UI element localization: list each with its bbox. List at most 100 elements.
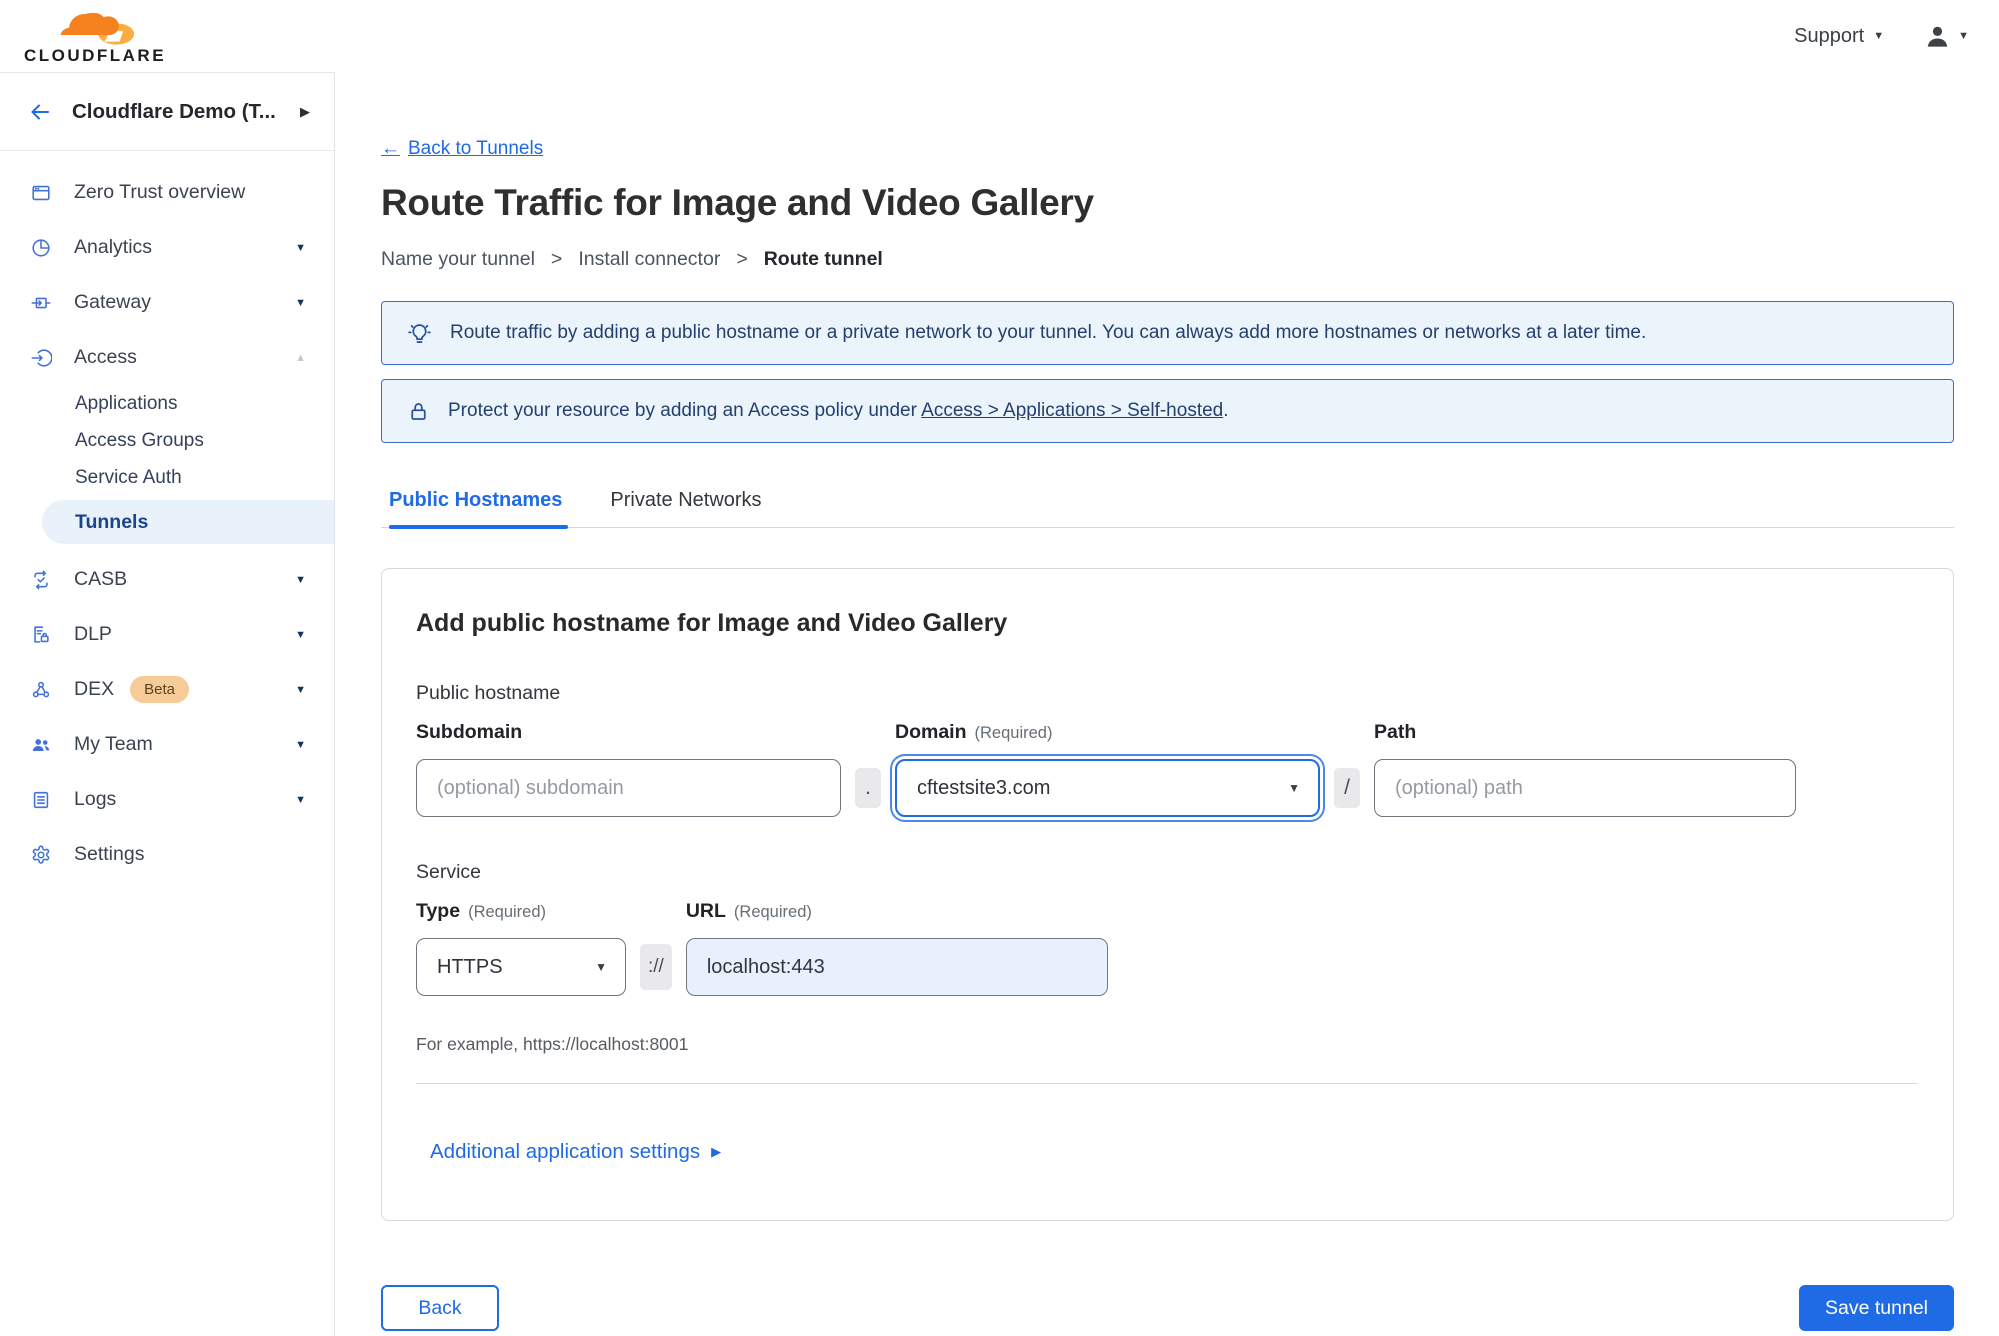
cloudflare-wordmark: CLOUDFLARE (23, 45, 167, 65)
sidebar-item-label: Zero Trust overview (74, 181, 246, 203)
additional-settings-toggle[interactable]: Additional application settings ▶ (430, 1140, 721, 1164)
chevron-up-icon: ▲ (295, 351, 306, 364)
save-tunnel-button[interactable]: Save tunnel (1799, 1285, 1954, 1331)
back-to-tunnels-link[interactable]: ← Back to Tunnels (381, 138, 543, 160)
service-url-input[interactable] (685, 938, 1108, 996)
user-icon (1927, 26, 1948, 47)
tab-bar: Public Hostnames Private Networks (381, 489, 1954, 529)
sidebar-item-access-groups[interactable]: Access Groups (0, 422, 334, 459)
chevron-right-icon: ▶ (711, 1144, 722, 1159)
url-required-hint: (Required) (733, 903, 812, 921)
sidebar-item-label: Service Auth (75, 466, 182, 488)
domain-select-value: cftestsite3.com (917, 776, 1051, 799)
breadcrumb-step-route-tunnel: Route tunnel (763, 248, 883, 270)
sidebar-item-access[interactable]: Access ▲ (0, 330, 334, 385)
card-heading: Add public hostname for Image and Video … (416, 609, 1008, 637)
domain-required-hint: (Required) (974, 724, 1053, 742)
breadcrumb: Name your tunnel > Install connector > R… (381, 248, 1954, 271)
sidebar-item-label: Settings (74, 843, 145, 865)
tab-public-hostnames[interactable]: Public Hostnames (389, 489, 569, 529)
sidebar-item-service-auth[interactable]: Service Auth (0, 459, 334, 496)
arrow-left-icon: ← (381, 138, 400, 159)
sidebar-item-dex[interactable]: DEX Beta ▼ (0, 662, 334, 717)
domain-select[interactable]: cftestsite3.com ▼ (895, 759, 1320, 817)
sidebar-item-dlp[interactable]: DLP ▼ (0, 607, 334, 662)
main-content: ← Back to Tunnels Route Traffic for Image… (336, 72, 1999, 1336)
sidebar-item-tunnels-active[interactable]: Tunnels (42, 500, 334, 544)
gateway-icon (31, 297, 51, 308)
breadcrumb-separator: > (550, 248, 563, 270)
service-type-value: HTTPS (437, 955, 503, 978)
type-label: Type (Required) (416, 900, 547, 922)
tip-banner-text: Route traffic by adding a public hostnam… (450, 322, 1647, 343)
support-menu[interactable]: Support ▼ (1794, 25, 1884, 48)
sidebar-item-settings[interactable]: Settings (0, 827, 334, 882)
chevron-down-icon: ▼ (595, 960, 607, 974)
wizard-footer: Back Save tunnel (381, 1285, 1954, 1331)
sidebar-item-label: My Team (74, 733, 153, 755)
sidebar-item-zero-trust-overview[interactable]: Zero Trust overview (0, 165, 334, 220)
card-divider (416, 1083, 1917, 1084)
path-input[interactable] (1374, 759, 1796, 817)
lightbulb-icon (408, 323, 431, 343)
chevron-down-icon: ▼ (295, 793, 306, 806)
support-label: Support (1794, 24, 1865, 47)
window-icon (32, 185, 50, 200)
sidebar-item-my-team[interactable]: My Team ▼ (0, 717, 334, 772)
url-label: URL (Required) (685, 900, 812, 922)
beta-badge: Beta (130, 676, 189, 703)
sidebar: Cloudflare Demo (T... ▶ Zero Trust overv… (0, 72, 335, 1336)
sidebar-item-label: DEX (74, 678, 115, 700)
back-arrow-icon[interactable] (28, 100, 52, 124)
sidebar-account-header[interactable]: Cloudflare Demo (T... ▶ (0, 73, 334, 151)
sidebar-item-analytics[interactable]: Analytics ▼ (0, 220, 334, 275)
sidebar-item-applications[interactable]: Applications (0, 385, 334, 422)
chevron-down-icon: ▼ (295, 628, 306, 641)
path-label: Path (1374, 721, 1417, 743)
breadcrumb-separator: > (736, 248, 748, 270)
tip-banner: Route traffic by adding a public hostnam… (381, 301, 1954, 365)
account-name: Cloudflare Demo (T... (72, 99, 276, 123)
sidebar-item-casb[interactable]: CASB ▼ (0, 552, 334, 607)
chevron-down-icon: ▼ (1958, 29, 1969, 42)
cloudflare-cloud-icon (60, 12, 135, 45)
people-icon (32, 738, 50, 751)
sidebar-item-gateway[interactable]: Gateway ▼ (0, 275, 334, 330)
service-type-select[interactable]: HTTPS ▼ (416, 938, 626, 996)
sidebar-item-label: Logs (74, 788, 117, 810)
subdomain-input[interactable] (416, 759, 841, 817)
chevron-down-icon: ▼ (295, 738, 306, 751)
breadcrumb-step-install-connector[interactable]: Install connector (578, 248, 720, 271)
sidebar-item-label: Access Groups (75, 429, 204, 451)
dot-separator: . (855, 768, 881, 808)
domain-label: Domain (Required) (895, 721, 1053, 743)
type-required-hint: (Required) (468, 903, 547, 921)
back-button[interactable]: Back (381, 1285, 499, 1331)
sidebar-item-label: Tunnels (75, 510, 149, 533)
sidebar-nav: Zero Trust overview Analytics ▼ Gateway … (0, 151, 334, 882)
hostname-field-row: Subdomain . Domain(Required) cftestsite3… (416, 721, 1917, 817)
access-policy-banner: Protect your resource by adding an Acces… (381, 379, 1954, 443)
sidebar-item-logs[interactable]: Logs ▼ (0, 772, 334, 827)
chevron-down-icon: ▼ (1873, 29, 1885, 42)
access-icon (31, 348, 52, 367)
tab-private-networks[interactable]: Private Networks (610, 489, 761, 527)
public-hostname-section-label: Public hostname (416, 682, 561, 704)
lock-icon (411, 402, 426, 420)
slash-separator: / (1334, 768, 1360, 808)
sidebar-item-label: Gateway (74, 291, 151, 313)
service-section-label: Service (416, 861, 482, 883)
sidebar-item-label: CASB (74, 568, 128, 590)
sidebar-item-label: Applications (75, 392, 178, 414)
chevron-down-icon: ▼ (295, 683, 306, 696)
cloudflare-logo: CLOUDFLARE (20, 7, 170, 66)
dlp-icon (34, 625, 49, 643)
logs-icon (33, 791, 49, 808)
sidebar-item-label: DLP (74, 623, 112, 645)
breadcrumb-step-name-your-tunnel[interactable]: Name your tunnel (381, 248, 535, 271)
pie-chart-icon (32, 238, 50, 257)
chevron-right-icon[interactable]: ▶ (300, 104, 310, 120)
user-menu[interactable]: ▼ (1924, 23, 1969, 50)
access-applications-self-hosted-link[interactable]: Access > Applications > Self-hosted (921, 400, 1223, 421)
chevron-down-icon: ▼ (295, 573, 306, 586)
